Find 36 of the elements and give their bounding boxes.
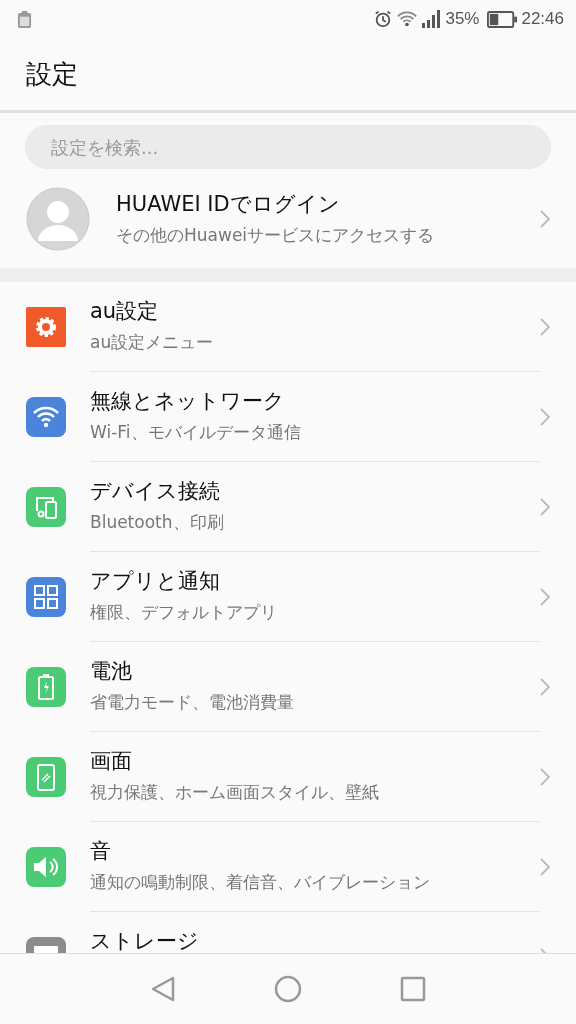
item-subtitle: 通知の鳴動制限、着信音、バイブレーション (90, 871, 431, 894)
item-title: 画面 (90, 748, 133, 775)
item-title: アプリと通知 (90, 568, 221, 595)
item-title: 音 (90, 838, 112, 865)
settings-item[interactable]: デバイス接続 Bluetooth、印刷 (0, 462, 576, 552)
item-subtitle: 省電力モード、電池消費量 (90, 691, 295, 714)
item-subtitle: Wi-Fi、モバイルデータ通信 (90, 421, 302, 444)
item-title: 電池 (90, 658, 133, 685)
item-title: 無線とネットワーク (90, 388, 286, 415)
home-icon[interactable] (274, 975, 302, 1003)
avatar-icon (26, 186, 90, 251)
settings-item[interactable]: au設定 au設定メニュー (0, 282, 576, 372)
item-subtitle: Bluetooth、印刷 (90, 511, 225, 534)
search-field[interactable]: 設定を検索... (25, 125, 551, 169)
page-title: 設定 (26, 57, 78, 91)
battery-status-icon (487, 10, 518, 28)
clipboard-icon (17, 9, 32, 29)
item-subtitle: 視力保護、ホーム画面スタイル、壁紙 (90, 781, 380, 804)
cell-signal-icon (421, 10, 442, 28)
wifi-signal-icon (397, 10, 418, 28)
battery-percent: 35% (445, 9, 480, 29)
item-title: ストレージ (90, 928, 200, 953)
item-title: au設定 (90, 298, 160, 325)
account-title: HUAWEI IDでログイン (116, 191, 341, 218)
clock-time: 22:46 (521, 9, 564, 29)
account-subtitle: その他のHuaweiサービスにアクセスする (116, 224, 436, 247)
settings-item[interactable]: 電池 省電力モード、電池消費量 (0, 642, 576, 732)
item-subtitle: au設定メニュー (90, 331, 215, 354)
account-row[interactable]: HUAWEI IDでログイン その他のHuaweiサービスにアクセスする (0, 169, 576, 268)
settings-item[interactable]: 無線とネットワーク Wi-Fi、モバイルデータ通信 (0, 372, 576, 462)
settings-item[interactable]: アプリと通知 権限、デフォルトアプリ (0, 552, 576, 642)
item-subtitle: 権限、デフォルトアプリ (90, 601, 278, 624)
recents-icon[interactable] (399, 975, 428, 1003)
settings-item[interactable]: 画面 視力保護、ホーム画面スタイル、壁紙 (0, 732, 576, 822)
settings-item[interactable]: 音 通知の鳴動制限、着信音、バイブレーション (0, 822, 576, 912)
item-title: デバイス接続 (90, 478, 221, 505)
